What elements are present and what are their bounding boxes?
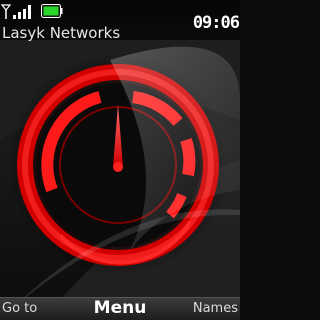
status-bar: 09:06	[0, 0, 240, 33]
operator-name: Lasyk Networks	[2, 24, 121, 42]
battery-icon	[41, 4, 63, 18]
signal-strength-icon	[1, 4, 31, 19]
right-softkey-names[interactable]: Names	[193, 301, 238, 317]
clock: 09:06	[192, 13, 240, 33]
softkey-bar: Go to Menu Names	[0, 297, 240, 320]
speedometer-wallpaper	[0, 40, 240, 320]
phone-screen: 09:06 Lasyk Networks Go to Menu Names	[0, 0, 240, 320]
